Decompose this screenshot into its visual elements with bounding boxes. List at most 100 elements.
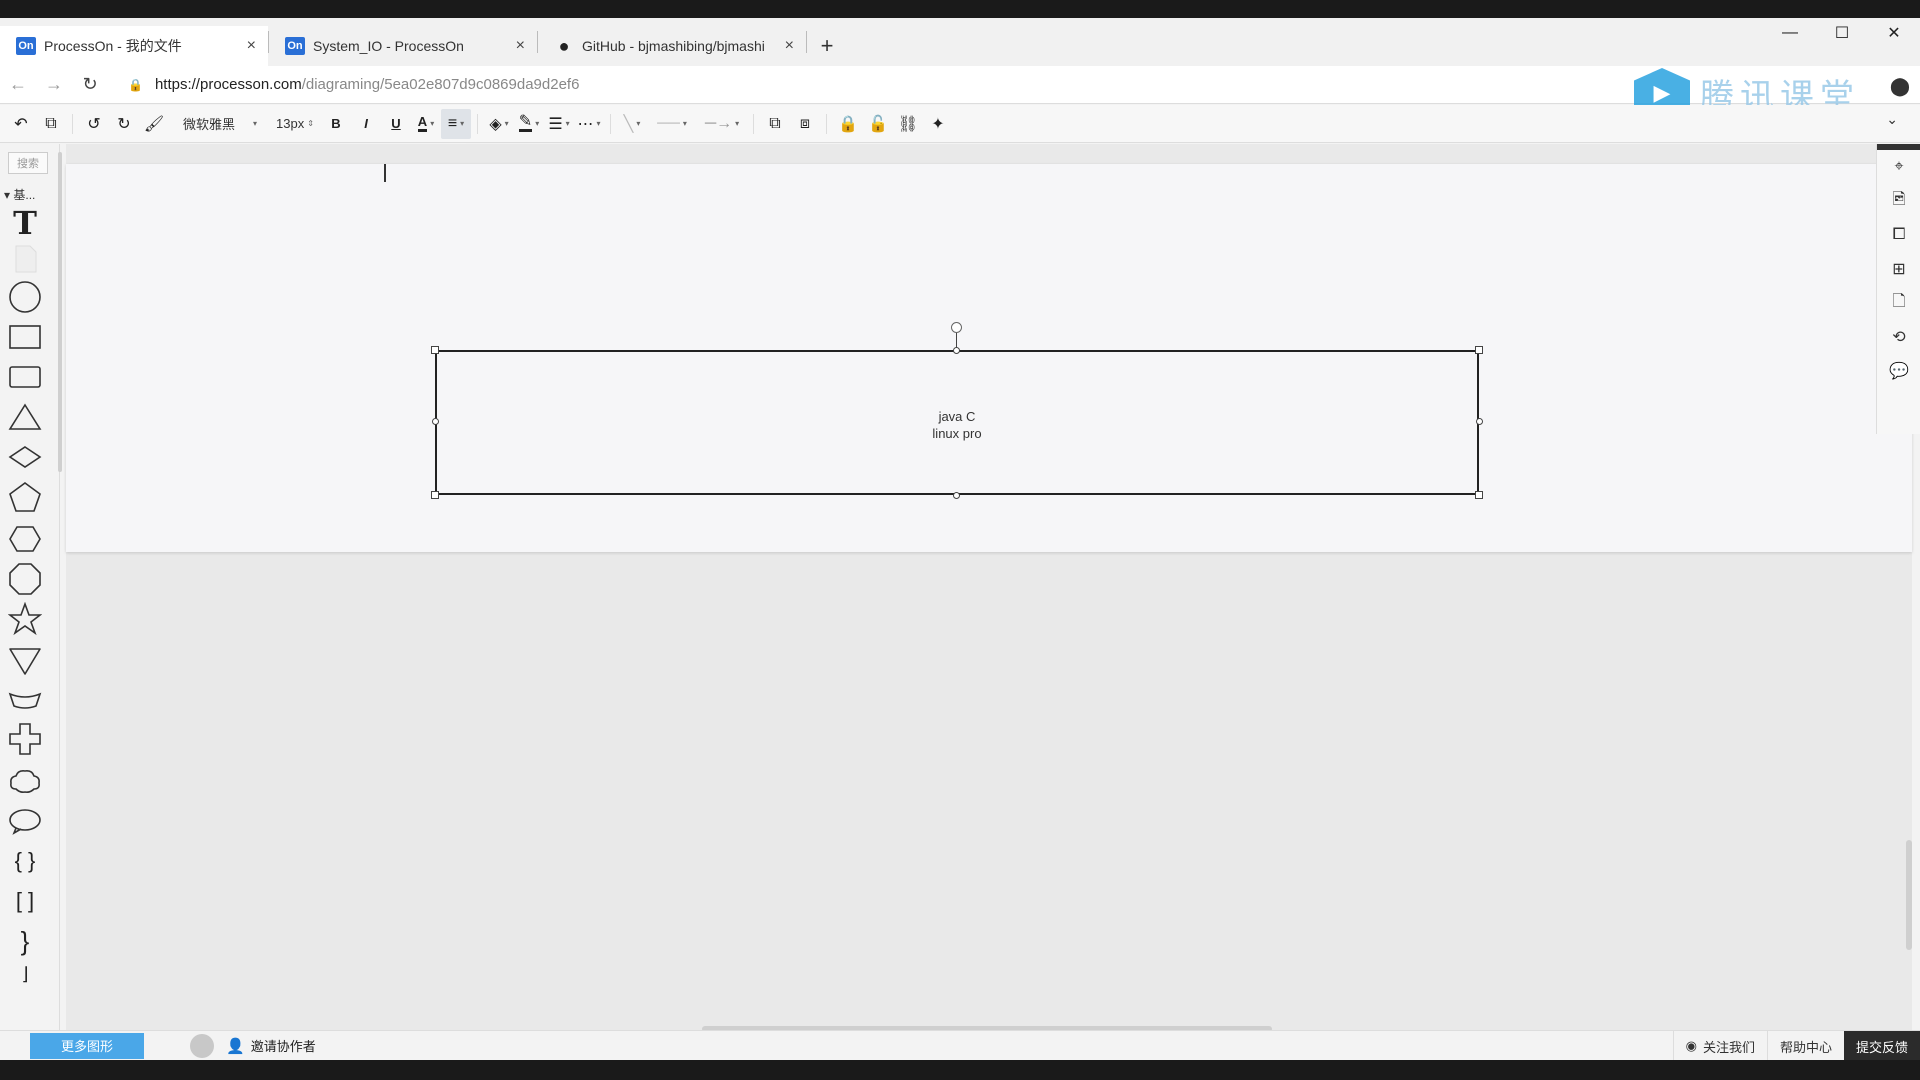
cross-shape-icon[interactable] — [6, 722, 44, 756]
resize-handle-left[interactable] — [432, 418, 439, 425]
font-family-select[interactable]: 微软雅黑 ▾ — [169, 109, 269, 139]
avatar[interactable] — [190, 1033, 214, 1058]
line-style-button[interactable]: ⋯ ▾ — [574, 109, 604, 139]
note-shape-icon[interactable] — [6, 242, 44, 276]
new-tab-button[interactable]: + — [807, 26, 847, 66]
close-window-button[interactable]: ✕ — [1868, 18, 1920, 48]
brackets-shape-icon[interactable]: [ ] — [6, 884, 44, 918]
rotation-handle[interactable] — [951, 322, 962, 333]
resize-handle-top[interactable] — [953, 347, 960, 354]
feedback-button[interactable]: 提交反馈 — [1843, 1031, 1920, 1060]
comment-icon[interactable]: 💬 — [1877, 354, 1920, 388]
tab-close-icon[interactable]: × — [516, 37, 525, 55]
bring-front-icon[interactable]: ⧉ — [760, 109, 790, 139]
data-attributes-icon[interactable]: ⧠ — [1877, 218, 1920, 252]
resize-handle-bottom[interactable] — [953, 492, 960, 499]
undo-icon[interactable]: ↺ — [79, 109, 109, 139]
italic-button[interactable]: I — [351, 109, 381, 139]
resize-handle-top-left[interactable] — [431, 346, 439, 354]
minimize-button[interactable]: — — [1764, 18, 1816, 48]
tab-close-icon[interactable]: × — [247, 37, 256, 55]
triangle-shape-icon[interactable] — [6, 400, 44, 434]
bold-button[interactable]: B — [321, 109, 351, 139]
url-field[interactable]: 🔒 https://processon.com/diagraming/5ea02… — [128, 76, 579, 93]
inverted-triangle-shape-icon[interactable] — [6, 644, 44, 678]
format-shape-icon[interactable]: ⧉ — [36, 109, 66, 139]
text-shape-icon[interactable]: T — [6, 204, 44, 242]
github-icon: ● — [558, 35, 570, 56]
resize-handle-bottom-right[interactable] — [1475, 491, 1483, 499]
connector-type-button[interactable]: ╲ ▾ — [617, 109, 647, 139]
shape-search-input[interactable]: 搜索 — [8, 152, 48, 174]
image-icon[interactable]: 🖻 — [1877, 184, 1920, 218]
font-size-select[interactable]: 13px ⇕ — [269, 109, 321, 139]
back-arrow-icon[interactable]: ← — [0, 67, 36, 103]
undo-back-icon[interactable]: ↶ — [6, 109, 36, 139]
more-shapes-button[interactable]: 更多图形 — [30, 1032, 144, 1059]
url-host: https://processon.com — [154, 76, 302, 93]
octagon-shape-icon[interactable] — [6, 562, 44, 596]
format-painter-icon[interactable]: 🖌 — [139, 109, 169, 139]
banner-shape-icon[interactable] — [6, 684, 44, 718]
rectangle-shape-icon[interactable] — [6, 320, 44, 354]
editor-toolbar: ↶ ⧉ ↺ ↻ 🖌 微软雅黑 ▾ 13px ⇕ B I U A ▾ ≡ ▾ ◈ ▾ ✎ ▾ … — [0, 105, 1920, 143]
tab-close-icon[interactable]: × — [785, 37, 794, 55]
magic-wand-icon[interactable]: ✦ — [923, 109, 953, 139]
underline-button[interactable]: U — [381, 109, 411, 139]
braces-shape-icon[interactable]: { } — [6, 844, 44, 878]
help-center-link[interactable]: 帮助中心 — [1766, 1031, 1844, 1060]
circle-shape-icon[interactable] — [6, 280, 44, 314]
end-arrow-button[interactable]: ─→ ▾ — [697, 109, 747, 139]
link-icon[interactable]: ⛓ — [893, 109, 923, 139]
reload-icon[interactable]: ↻ — [72, 67, 108, 103]
text-color-button[interactable]: A ▾ — [411, 109, 441, 139]
start-arrow-button[interactable]: ── ▾ — [647, 109, 697, 139]
line-color-button[interactable]: ✎ ▾ — [514, 109, 544, 139]
maximize-button[interactable]: ☐ — [1816, 18, 1868, 48]
resize-handle-top-right[interactable] — [1475, 346, 1483, 354]
diamond-shape-icon[interactable] — [6, 440, 44, 474]
rounded-rectangle-shape-icon[interactable] — [6, 360, 44, 394]
redo-icon[interactable]: ↻ — [109, 109, 139, 139]
shape-category-basic[interactable]: ▾ 基... — [4, 186, 35, 203]
chevron-down-icon: ▾ — [253, 119, 258, 128]
node-text[interactable]: java C linux pro — [437, 408, 1477, 442]
unlock-icon[interactable]: 🔓 — [863, 109, 893, 139]
tab-system-io[interactable]: On System_IO - ProcessOn × — [269, 26, 537, 66]
navigator-icon[interactable]: ⌖ — [1877, 150, 1920, 184]
vertical-scrollbar[interactable] — [1906, 840, 1912, 950]
stepper-icon: ⇕ — [307, 119, 314, 128]
hexagon-shape-icon[interactable] — [6, 522, 44, 556]
toolbar-separator — [826, 113, 827, 134]
tab-title: GitHub - bjmashibing/bjmashi — [582, 38, 765, 54]
pentagon-shape-icon[interactable] — [6, 480, 44, 514]
lock-icon[interactable]: 🔒 — [833, 109, 863, 139]
line-width-button[interactable]: ☰ ▾ — [544, 109, 574, 139]
tab-processon-files[interactable]: On ProcessOn - 我的文件 × — [0, 26, 268, 66]
star-shape-icon[interactable] — [6, 602, 44, 636]
hook-shape-icon[interactable]: ⌋ — [6, 962, 44, 986]
extension-icon[interactable]: ⬤ — [1890, 76, 1910, 97]
collapse-toolbar-icon[interactable]: ⌄ — [1886, 111, 1898, 128]
lock-icon: 🔒 — [128, 77, 143, 92]
page-icon[interactable]: 🗋 — [1877, 286, 1920, 320]
chevron-down-icon: ▾ — [636, 119, 641, 128]
history-icon[interactable]: ⟲ — [1877, 320, 1920, 354]
callout-shape-icon[interactable] — [6, 804, 44, 838]
invite-collaborator-button[interactable]: 👤 邀请协作者 — [226, 1036, 316, 1055]
page-settings-icon[interactable]: ⊞ — [1877, 252, 1920, 286]
follow-us-link[interactable]: ◉ 关注我们 — [1672, 1031, 1767, 1060]
diagram-canvas[interactable]: java C linux pro — [66, 144, 1912, 1034]
selected-rectangle-node[interactable]: java C linux pro — [435, 350, 1479, 495]
resize-handle-bottom-left[interactable] — [431, 491, 439, 499]
panel-scrollbar[interactable] — [58, 152, 62, 472]
forward-arrow-icon[interactable]: → — [36, 67, 72, 103]
right-brace-shape-icon[interactable]: } — [6, 924, 44, 958]
cloud-shape-icon[interactable] — [6, 764, 44, 798]
send-back-icon[interactable]: ⧈ — [790, 109, 820, 139]
resize-handle-right[interactable] — [1476, 418, 1483, 425]
text-align-button[interactable]: ≡ ▾ — [441, 108, 471, 139]
tab-github[interactable]: ● GitHub - bjmashibing/bjmashi × — [538, 26, 806, 66]
fill-color-button[interactable]: ◈ ▾ — [484, 109, 514, 139]
canvas-page[interactable]: java C linux pro — [66, 164, 1912, 552]
